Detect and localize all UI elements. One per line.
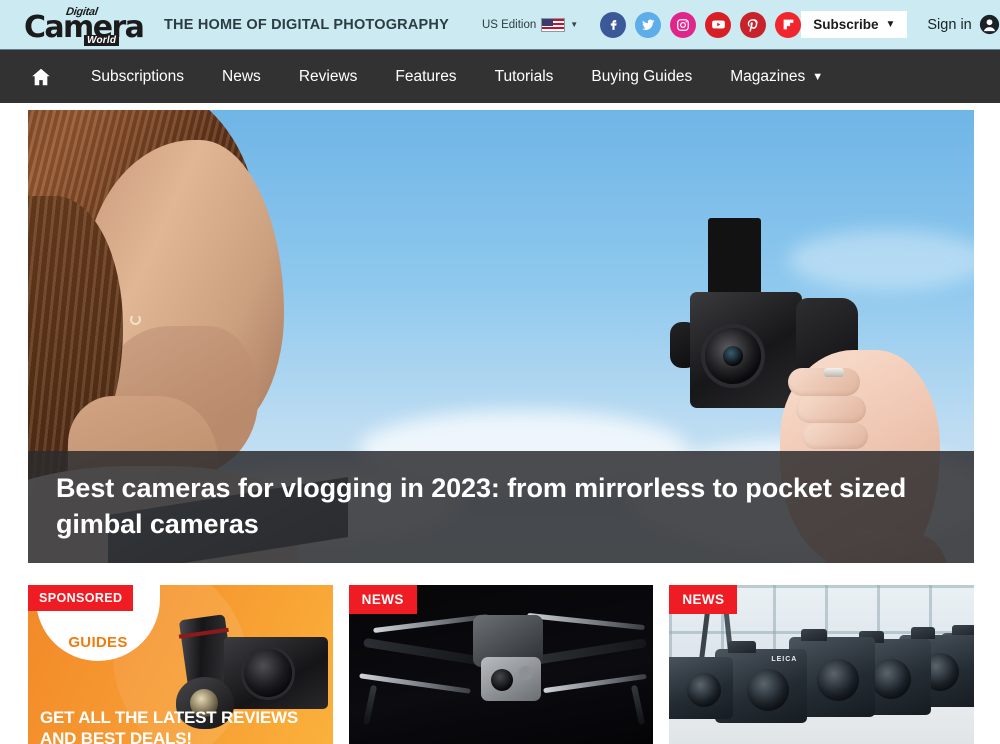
status-badge-news: NEWS bbox=[348, 585, 417, 614]
card-news-leica[interactable]: LEICA LEICA NEWS bbox=[669, 585, 975, 744]
status-badge-news: NEWS bbox=[669, 585, 738, 614]
nav-label: News bbox=[222, 67, 261, 85]
hero-title-overlay: Best cameras for vlogging in 2023: from … bbox=[28, 451, 974, 563]
nav-label: Reviews bbox=[298, 67, 358, 85]
nav-label: Features bbox=[395, 67, 457, 85]
social-links bbox=[600, 11, 802, 38]
subscribe-label: Subscribe bbox=[813, 17, 879, 32]
main-content: Best cameras for vlogging in 2023: from … bbox=[0, 103, 1000, 563]
nav-item-buying-guides[interactable]: Buying Guides bbox=[572, 50, 711, 104]
nav-label: Tutorials bbox=[494, 67, 554, 85]
main-navigation: Subscriptions News Reviews Features Tuto… bbox=[0, 49, 1000, 103]
article-card-row: GUIDES SPONSORED GET ALL THE LATEST REVI… bbox=[0, 563, 1000, 744]
nav-item-tutorials[interactable]: Tutorials bbox=[476, 50, 573, 104]
nav-item-news[interactable]: News bbox=[203, 50, 280, 104]
sign-in-label: Sign in bbox=[927, 16, 972, 33]
utility-header: Digital Camera World THE HOME OF DIGITAL… bbox=[0, 0, 1000, 49]
youtube-icon[interactable] bbox=[705, 11, 732, 38]
card-news-drone[interactable]: NEWS bbox=[348, 585, 654, 744]
nav-item-subscriptions[interactable]: Subscriptions bbox=[72, 50, 203, 104]
nav-label: Magazines bbox=[730, 67, 806, 85]
home-icon bbox=[32, 68, 50, 85]
hero-article[interactable]: Best cameras for vlogging in 2023: from … bbox=[28, 110, 974, 563]
site-tagline: THE HOME OF DIGITAL PHOTOGRAPHY bbox=[164, 16, 449, 33]
nav-item-reviews[interactable]: Reviews bbox=[280, 50, 377, 104]
hero-title: Best cameras for vlogging in 2023: from … bbox=[56, 473, 907, 539]
chevron-down-icon: ▼ bbox=[570, 20, 579, 29]
nav-item-home[interactable] bbox=[24, 66, 72, 88]
sign-in-button[interactable]: Sign in bbox=[927, 14, 999, 35]
nav-label: Buying Guides bbox=[591, 67, 693, 85]
header-actions: Subscribe ▼ Sign in Search bbox=[801, 11, 1000, 38]
product-camera-graphic bbox=[224, 637, 328, 709]
promo-text: GET ALL THE LATEST REVIEWS AND BEST DEAL… bbox=[40, 708, 298, 744]
nav-item-features[interactable]: Features bbox=[376, 50, 475, 104]
guides-label: GUIDES bbox=[68, 634, 128, 651]
site-logo[interactable]: Digital Camera World bbox=[24, 5, 145, 46]
edition-selector[interactable]: US Edition ▼ bbox=[481, 17, 579, 32]
facebook-icon[interactable] bbox=[600, 11, 627, 38]
us-flag-icon bbox=[541, 17, 566, 32]
chevron-down-icon: ▼ bbox=[885, 19, 896, 30]
card-sponsored-guides[interactable]: GUIDES SPONSORED GET ALL THE LATEST REVI… bbox=[28, 585, 333, 744]
edition-label: US Edition bbox=[481, 18, 537, 31]
twitter-icon[interactable] bbox=[635, 11, 662, 38]
user-circle-icon bbox=[979, 14, 999, 35]
instagram-icon[interactable] bbox=[670, 11, 697, 38]
pinterest-icon[interactable] bbox=[740, 11, 767, 38]
chevron-down-icon: ▼ bbox=[812, 70, 824, 83]
subscribe-button[interactable]: Subscribe ▼ bbox=[801, 11, 908, 38]
logo-text-world: World bbox=[84, 34, 120, 46]
status-badge-sponsored: SPONSORED bbox=[28, 585, 134, 611]
vlogger-portrait bbox=[28, 110, 348, 563]
nav-item-magazines[interactable]: Magazines ▼ bbox=[711, 50, 842, 104]
nav-label: Subscriptions bbox=[91, 67, 185, 85]
flipboard-icon[interactable] bbox=[775, 11, 802, 38]
